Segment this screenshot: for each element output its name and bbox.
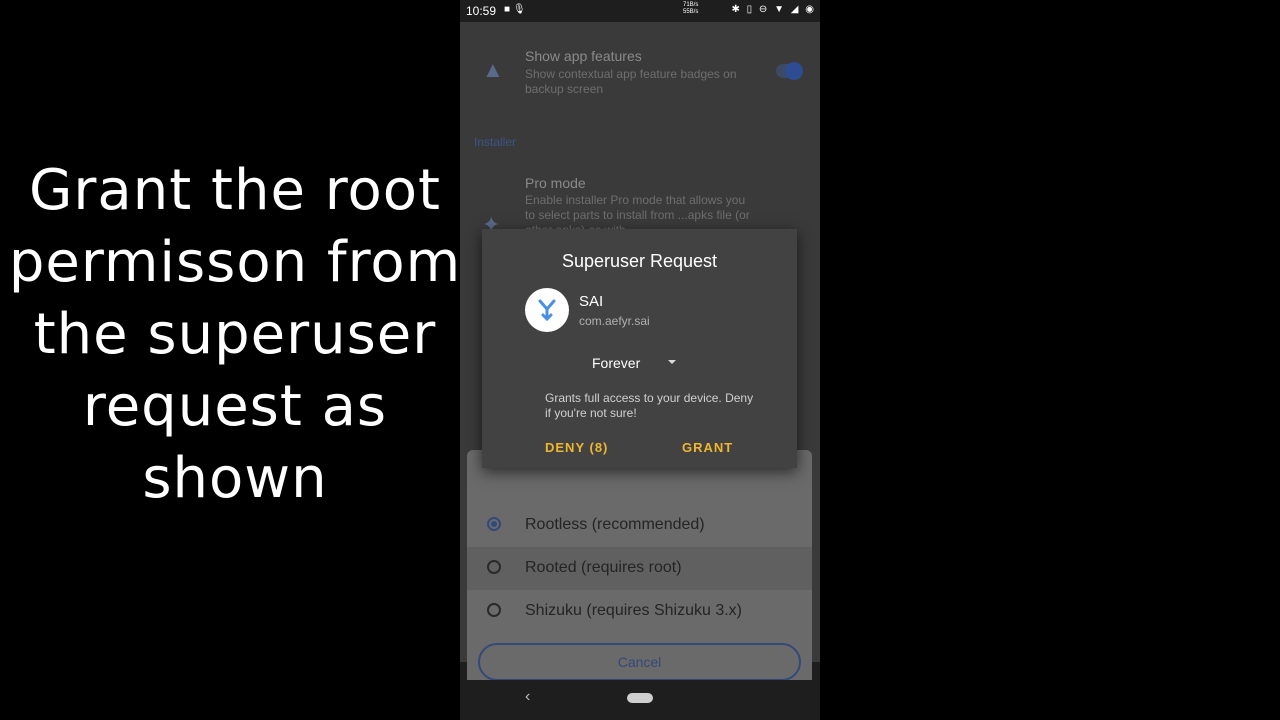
caption-line: request as	[82, 374, 388, 439]
setting-app-features-subtitle: Show contextual app feature badges on ba…	[525, 67, 737, 96]
bluetooth-icon: ✱	[731, 4, 742, 15]
section-header-installer: Installer	[474, 135, 517, 149]
setting-app-features-title: Show app features	[525, 48, 642, 64]
battery-icon: ◉	[805, 4, 816, 15]
phone-screen: 10:59 ■ 🎙 71B/s 55B/s ✱ ▯ ⊖ ▼ ◢ ◉ ▲ Show…	[460, 0, 820, 720]
app-features-toggle[interactable]	[776, 62, 803, 80]
option-shizuku[interactable]: Shizuku (requires Shizuku 3.x)	[467, 590, 812, 633]
grant-button[interactable]: GRANT	[682, 440, 733, 455]
dnd-icon: ⊖	[758, 4, 770, 15]
duration-select[interactable]: Forever	[592, 355, 640, 371]
app-package: com.aefyr.sai	[579, 314, 650, 328]
sai-app-icon	[525, 288, 569, 332]
caption-line: the superuser	[33, 302, 437, 367]
option-label: Rootless (recommended)	[525, 516, 705, 533]
tutorial-caption: Grant the root permisson from the superu…	[0, 155, 470, 515]
speed-up: 71B/s	[683, 2, 699, 8]
wifi-icon: ▼	[774, 4, 786, 15]
network-speed: 71B/s 55B/s	[683, 2, 698, 16]
option-label: Rooted (requires root)	[525, 559, 682, 576]
warning-text: Grants full access to your device. Deny …	[545, 391, 754, 420]
setting-pro-mode-title: Pro mode	[525, 175, 586, 191]
video-camera-icon: ■	[504, 4, 511, 15]
shapes-icon: ▲	[482, 57, 504, 82]
option-rooted[interactable]: Rooted (requires root)	[467, 547, 812, 590]
caption-line: Grant the root	[29, 158, 441, 223]
dropdown-arrow-icon[interactable]	[668, 360, 676, 364]
microphone-icon: 🎙	[512, 4, 526, 15]
back-icon[interactable]: ‹	[525, 688, 530, 706]
radio-button[interactable]	[487, 560, 501, 574]
radio-button[interactable]	[487, 517, 501, 531]
system-status-icons: ✱ ▯ ⊖ ▼ ◢ ◉	[731, 4, 816, 15]
radio-button[interactable]	[487, 603, 501, 617]
home-pill[interactable]	[627, 693, 653, 703]
dialog-title: Superuser Request	[561, 251, 718, 271]
deny-button[interactable]: DENY (8)	[545, 440, 608, 455]
option-label: Shizuku (requires Shizuku 3.x)	[525, 602, 742, 619]
toggle-knob	[785, 62, 803, 80]
caption-line: permisson from	[8, 230, 462, 295]
caption-line: shown	[142, 446, 328, 511]
installer-bottom-sheet: Rootless (recommended) Rooted (requires …	[467, 450, 812, 690]
superuser-request-dialog: Superuser Request SAI com.aefyr.sai Fore…	[482, 229, 797, 468]
setting-pro-mode-subtitle: Enable installer Pro mode that allows yo…	[525, 193, 750, 229]
signal-icon: ◢	[790, 4, 801, 15]
status-time: 10:59	[466, 4, 497, 18]
app-name: SAI	[579, 293, 604, 310]
speed-down: 55B/s	[683, 9, 699, 15]
status-notification-icons: ■ 🎙	[504, 4, 526, 15]
option-rootless[interactable]: Rootless (recommended)	[467, 504, 812, 547]
cancel-button[interactable]: Cancel	[478, 643, 801, 681]
status-bar: 10:59 ■ 🎙 71B/s 55B/s ✱ ▯ ⊖ ▼ ◢ ◉	[460, 0, 820, 22]
vibrate-icon: ▯	[746, 4, 755, 15]
navigation-bar: ‹	[460, 680, 820, 720]
